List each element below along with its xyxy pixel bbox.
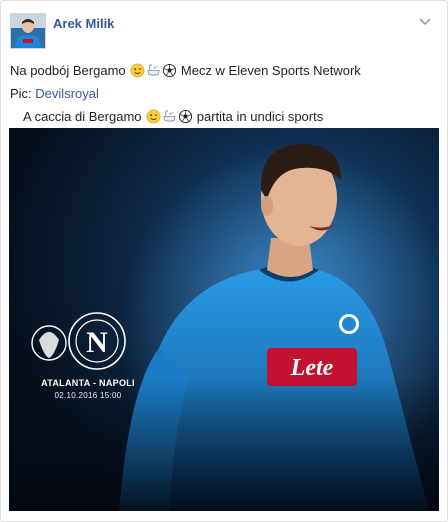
- sponsor-logo: Lete: [290, 355, 334, 381]
- player-artwork: Lete N: [9, 128, 439, 511]
- author-name[interactable]: Arek Milik: [53, 16, 114, 31]
- bath-icon: [163, 110, 176, 122]
- post-header: Arek Milik: [1, 1, 447, 56]
- winking-face-icon: [146, 109, 161, 124]
- post-text-line-3-before: A caccia di Bergamo: [23, 109, 142, 124]
- avatar[interactable]: [10, 13, 46, 49]
- soccer-ball-icon: [178, 109, 192, 124]
- chevron-down-icon[interactable]: [417, 13, 433, 29]
- post-text-line-2: Pic: Devilsroyal: [10, 86, 99, 101]
- winking-face-icon: [130, 63, 145, 78]
- photo-credit-label: Pic:: [10, 86, 36, 101]
- post-text-line-1-before: Na podbój Bergamo: [10, 63, 126, 78]
- photo-credit-link[interactable]: Devilsroyal: [35, 86, 99, 101]
- post-text-line-3: A caccia di Bergamo partita in undici sp…: [23, 109, 323, 124]
- bath-icon: [147, 64, 160, 76]
- soccer-ball-icon: [162, 63, 176, 78]
- match-date: 02.10.2016 15:00: [54, 391, 122, 400]
- post-text-line-1: Na podbój Bergamo Mecz w Eleven Sports N…: [10, 63, 361, 78]
- match-title: ATALANTA - NAPOLI: [41, 378, 135, 388]
- post-photo[interactable]: Lete N ATALANTA - NAPOLI 02.10.2016 15:0…: [9, 128, 439, 511]
- napoli-badge-letter: N: [86, 326, 108, 359]
- avatar-image: [11, 14, 45, 48]
- post-text-line-3-after: partita in undici sports: [196, 109, 324, 124]
- post-card: Arek Milik Na podbój Bergamo Mecz w Elev…: [0, 0, 448, 522]
- post-text-line-1-after: Mecz w Eleven Sports Network: [180, 63, 361, 78]
